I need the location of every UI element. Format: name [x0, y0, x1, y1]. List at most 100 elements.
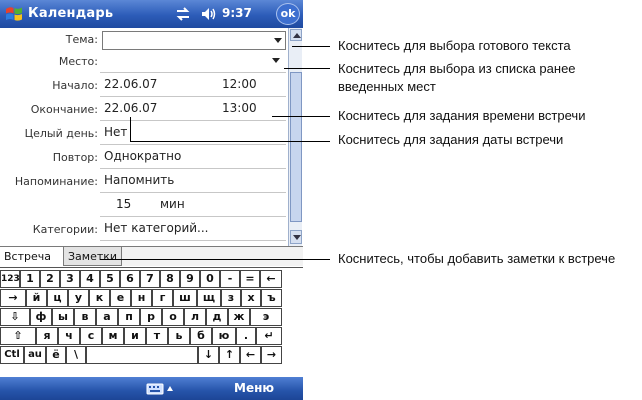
key[interactable]: ц — [47, 289, 68, 307]
ctrl-key[interactable]: Ctl — [0, 346, 24, 364]
keyboard-input-icon[interactable] — [145, 381, 175, 396]
key[interactable]: 8 — [160, 270, 180, 288]
end-date[interactable]: 22.06.07 — [104, 101, 157, 115]
start-time[interactable]: 12:00 — [222, 77, 257, 91]
arrow-down-key[interactable]: ↓ — [198, 346, 219, 364]
key[interactable]: 5 — [100, 270, 120, 288]
key[interactable]: р — [140, 308, 162, 326]
clock[interactable]: 9:37 — [222, 6, 252, 20]
key[interactable]: е — [110, 289, 131, 307]
subject-row: Тема: — [0, 30, 288, 51]
ok-button[interactable]: ok — [276, 3, 300, 25]
end-label: Окончание: — [30, 103, 98, 116]
caps-key[interactable]: ⇩ — [0, 308, 30, 326]
reminder-value[interactable]: Напомнить — [104, 173, 174, 187]
title-bar: Календарь 9:37 ok — [0, 0, 303, 28]
key[interactable]: 6 — [120, 270, 140, 288]
key[interactable]: в — [74, 308, 96, 326]
arrow-up-key[interactable]: ↑ — [219, 346, 240, 364]
key-123[interactable]: 123 — [0, 270, 20, 288]
key[interactable]: - — [220, 270, 240, 288]
tab-notes[interactable]: Заметки — [64, 247, 122, 266]
key[interactable]: 4 — [80, 270, 100, 288]
form-scrollbar[interactable] — [288, 28, 302, 246]
dropdown-arrow-icon[interactable] — [272, 58, 280, 63]
start-menu-icon[interactable] — [5, 5, 23, 23]
subject-field[interactable] — [102, 31, 286, 50]
key[interactable]: к — [89, 289, 110, 307]
reminder-unit[interactable]: мин — [160, 197, 185, 211]
recurrence-label: Повтор: — [52, 151, 98, 164]
key[interactable]: 3 — [60, 270, 80, 288]
key[interactable]: с — [80, 327, 102, 345]
tab-bar: Встреча Заметки — [0, 246, 303, 266]
key[interactable]: = — [240, 270, 260, 288]
key[interactable]: н — [131, 289, 152, 307]
all-day-value[interactable]: Нет — [104, 125, 127, 139]
dropdown-arrow-icon[interactable] — [274, 38, 282, 43]
key[interactable]: б — [190, 327, 212, 345]
key[interactable]: ь — [168, 327, 190, 345]
arrow-up-icon — [293, 33, 301, 38]
key[interactable]: 9 — [180, 270, 200, 288]
key[interactable]: я — [36, 327, 58, 345]
key[interactable]: г — [152, 289, 173, 307]
key[interactable]: п — [118, 308, 140, 326]
reminder-amount[interactable]: 15 — [116, 197, 131, 211]
key[interactable]: и — [124, 327, 146, 345]
volume-icon[interactable] — [200, 6, 218, 22]
tab-key[interactable]: → — [0, 289, 26, 307]
key[interactable]: ы — [52, 308, 74, 326]
key[interactable]: а — [96, 308, 118, 326]
key[interactable]: щ — [197, 289, 221, 307]
key[interactable]: ъ — [261, 289, 282, 307]
key[interactable]: ф — [30, 308, 52, 326]
scroll-up-button[interactable] — [290, 29, 302, 41]
key[interactable]: . — [236, 327, 256, 345]
menu-button[interactable]: Меню — [234, 381, 274, 395]
categories-label: Категории: — [32, 223, 98, 236]
key[interactable]: й — [26, 289, 47, 307]
keyboard-row-5: Ctl au ё \ ↓ ↑ ← → — [0, 346, 303, 364]
key[interactable]: 7 — [140, 270, 160, 288]
tab-appointment[interactable]: Встреча — [0, 247, 64, 266]
subject-label: Тема: — [65, 33, 98, 46]
key[interactable]: ж — [228, 308, 250, 326]
key[interactable]: т — [146, 327, 168, 345]
key[interactable]: 0 — [200, 270, 220, 288]
key[interactable]: \ — [66, 346, 86, 364]
key[interactable]: у — [68, 289, 89, 307]
recurrence-value[interactable]: Однократно — [104, 149, 181, 163]
location-row: Место: — [0, 52, 288, 73]
scroll-thumb[interactable] — [290, 72, 302, 222]
key[interactable]: д — [206, 308, 228, 326]
key[interactable]: х — [241, 289, 261, 307]
keyboard-row-3: ⇩ ф ы в а п р о л д ж э — [0, 308, 303, 326]
arrow-left-key[interactable]: ← — [240, 346, 261, 364]
enter-key[interactable]: ↵ — [256, 327, 282, 345]
key[interactable]: з — [221, 289, 241, 307]
key[interactable]: о — [162, 308, 184, 326]
key[interactable]: 2 — [40, 270, 60, 288]
key[interactable]: э — [250, 308, 282, 326]
key[interactable]: ш — [173, 289, 197, 307]
start-date[interactable]: 22.06.07 — [104, 77, 157, 91]
shift-key[interactable]: ⇧ — [0, 327, 36, 345]
key[interactable]: ё — [46, 346, 66, 364]
end-time[interactable]: 13:00 — [222, 101, 257, 115]
categories-value[interactable]: Нет категорий... — [104, 221, 209, 235]
backspace-key[interactable]: ← — [260, 270, 282, 288]
key[interactable]: 1 — [20, 270, 40, 288]
arrow-right-key[interactable]: → — [261, 346, 282, 364]
scroll-down-button[interactable] — [290, 230, 302, 244]
connectivity-icon[interactable] — [175, 6, 191, 22]
appointment-form: Тема: Место: Начало: 22.06.07 12:00 Окон… — [0, 28, 288, 246]
callout-text: Коснитесь для выбора из списка ранее вве… — [338, 61, 576, 94]
key[interactable]: au — [24, 346, 46, 364]
recurrence-row: Повтор: Однократно — [0, 148, 288, 169]
key[interactable]: л — [184, 308, 206, 326]
key[interactable]: ю — [212, 327, 236, 345]
key[interactable]: м — [102, 327, 124, 345]
key[interactable]: ч — [58, 327, 80, 345]
space-key[interactable] — [86, 346, 198, 364]
